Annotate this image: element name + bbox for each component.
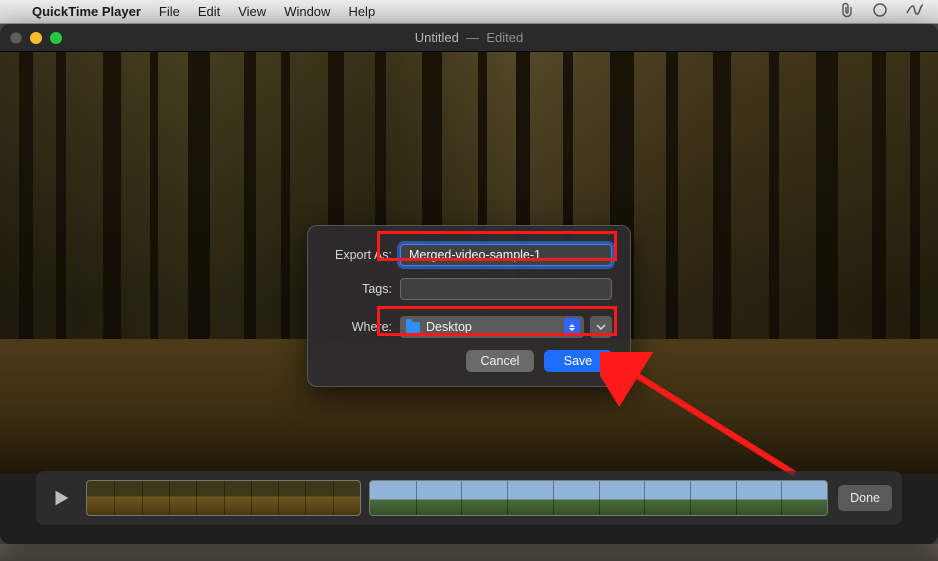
menu-edit[interactable]: Edit: [198, 4, 220, 19]
window-close-button[interactable]: [10, 32, 22, 44]
attachment-icon[interactable]: [840, 2, 854, 21]
export-dialog: Export As: Tags: Where: Desktop Cancel: [307, 225, 631, 387]
window-title: Untitled — Edited: [415, 30, 523, 45]
where-value: Desktop: [426, 320, 472, 334]
updown-arrows-icon: [564, 318, 580, 336]
quicktime-window: Untitled — Edited: [0, 24, 938, 544]
menu-window[interactable]: Window: [284, 4, 330, 19]
window-minimize-button[interactable]: [30, 32, 42, 44]
timeline-clip-1[interactable]: [86, 480, 361, 516]
window-zoom-button[interactable]: [50, 32, 62, 44]
desktop-background: [0, 544, 938, 561]
edit-timeline: Done: [36, 471, 902, 525]
scribble-icon[interactable]: [906, 3, 924, 20]
expand-browser-button[interactable]: [590, 316, 612, 338]
folder-icon: [406, 322, 420, 333]
save-button[interactable]: Save: [544, 350, 612, 372]
where-location-popup[interactable]: Desktop: [400, 316, 584, 338]
tags-input[interactable]: [400, 278, 612, 300]
menu-view[interactable]: View: [238, 4, 266, 19]
where-label: Where:: [326, 320, 392, 334]
app-menu[interactable]: QuickTime Player: [32, 4, 141, 19]
tags-label: Tags:: [326, 282, 392, 296]
play-button[interactable]: [46, 483, 76, 513]
done-button[interactable]: Done: [838, 485, 892, 511]
export-as-label: Export As:: [326, 248, 392, 262]
macos-menubar: QuickTime Player File Edit View Window H…: [0, 0, 938, 24]
window-titlebar[interactable]: Untitled — Edited: [0, 24, 938, 52]
cancel-button[interactable]: Cancel: [466, 350, 534, 372]
menu-help[interactable]: Help: [348, 4, 375, 19]
moon-icon[interactable]: [872, 2, 888, 21]
timeline-clip-2[interactable]: [369, 480, 828, 516]
menu-file[interactable]: File: [159, 4, 180, 19]
export-as-input[interactable]: [400, 244, 612, 266]
